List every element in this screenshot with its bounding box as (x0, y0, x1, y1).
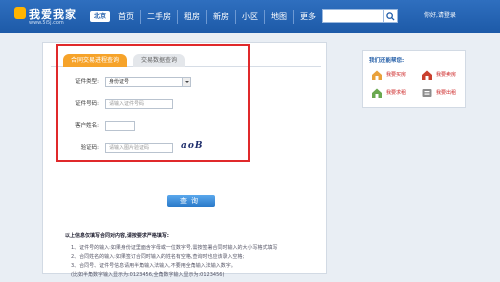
tool-seek-rent[interactable]: 我要求租 (371, 87, 419, 99)
captcha-input[interactable]: 请输入图片验证码 (105, 143, 173, 153)
instruction-line: 1、证件号的输入:如果身份证里面含字母或一位数字号,需按签署合同时输入的大小写格… (71, 245, 278, 251)
instruction-line: 3、合同号、证件号信息请用半角输入法输入,不要用全角输入法输入数字。 (71, 263, 236, 269)
customer-name-label: 客户姓名: (75, 123, 99, 129)
tool-lease[interactable]: 我要出租 (421, 87, 469, 99)
nav-item-community[interactable]: 小区 (236, 0, 264, 33)
tool-label: 我要买房 (386, 72, 407, 78)
search-button[interactable] (384, 9, 398, 23)
customer-name-row: 客户姓名: (63, 121, 293, 131)
top-nav-bar: 我爱我家 www.5i5j.com 北京 首页 二手房 租房 新房 小区 地图 … (0, 0, 500, 33)
help-panel: 我们还能帮您: 我要买房 我要卖房 我要求租 我要出租 (362, 50, 466, 108)
instruction-line: (比如半角数字输入显示为:0123456,全角数字输入显示为:0123456) (71, 272, 225, 278)
chevron-down-icon (182, 78, 190, 86)
tool-label: 我要卖房 (436, 72, 457, 78)
instructions-title: 以上信息仅填写合同对内容,请按要求严格填写: (65, 233, 169, 239)
query-instructions: 以上信息仅填写合同对内容,请按要求严格填写: 1、证件号的输入:如果身份证里面含… (65, 233, 320, 280)
query-tabs: 合同交易进程查询 交易数据查询 (51, 51, 321, 67)
id-number-label: 证件号码: (75, 101, 99, 107)
instruction-line: 2、合同姓名的输入:如果签订合同时输入的姓名有空格,查询时也应该录入空格; (71, 254, 245, 260)
captcha-image[interactable]: aoB (181, 141, 203, 151)
logo-mark-icon (14, 7, 26, 19)
house-icon (372, 70, 382, 80)
captcha-label: 验证码: (80, 145, 99, 151)
nav-item-home[interactable]: 首页 (112, 0, 140, 33)
nav-item-second-hand[interactable]: 二手房 (141, 0, 177, 33)
tool-buy[interactable]: 我要买房 (371, 69, 419, 81)
house-sale-icon (422, 70, 432, 80)
help-panel-title: 我们还能帮您: (369, 58, 405, 64)
captcha-row: 验证码: 请输入图片验证码 aoB (63, 141, 293, 153)
logo-url: www.5i5j.com (29, 20, 64, 26)
search-icon (386, 12, 395, 21)
id-type-value: 身份证号 (109, 79, 130, 85)
id-type-row: 证件类型: 身份证号 (63, 77, 293, 87)
main-nav: 首页 二手房 租房 新房 小区 地图 更多 (112, 0, 322, 33)
tab-transaction-data[interactable]: 交易数据查询 (133, 54, 186, 67)
tool-label: 我要求租 (386, 90, 407, 96)
city-selector[interactable]: 北京 (90, 11, 111, 22)
query-button[interactable]: 查询 (167, 195, 215, 207)
customer-name-input[interactable] (105, 121, 135, 131)
nav-item-new-house[interactable]: 新房 (207, 0, 235, 33)
tool-sell[interactable]: 我要卖房 (421, 69, 469, 81)
id-number-row: 证件号码: 请输入证件号码 (63, 99, 293, 109)
nav-item-more[interactable]: 更多 (294, 0, 322, 33)
lease-icon (422, 89, 432, 97)
tab-contract-progress[interactable]: 合同交易进程查询 (63, 54, 128, 67)
nav-item-map[interactable]: 地图 (265, 0, 293, 33)
search-input[interactable] (322, 9, 384, 23)
id-number-input[interactable]: 请输入证件号码 (105, 99, 173, 109)
tool-label: 我要出租 (436, 90, 457, 96)
id-type-select[interactable]: 身份证号 (105, 77, 191, 87)
id-type-label: 证件类型: (75, 79, 99, 85)
query-panel: 合同交易进程查询 交易数据查询 证件类型: 身份证号 证件号码: 请输入证件号码… (42, 42, 327, 278)
nav-item-rent[interactable]: 租房 (178, 0, 206, 33)
login-link[interactable]: 你好,请登录 (424, 10, 456, 22)
rent-icon (372, 88, 382, 98)
